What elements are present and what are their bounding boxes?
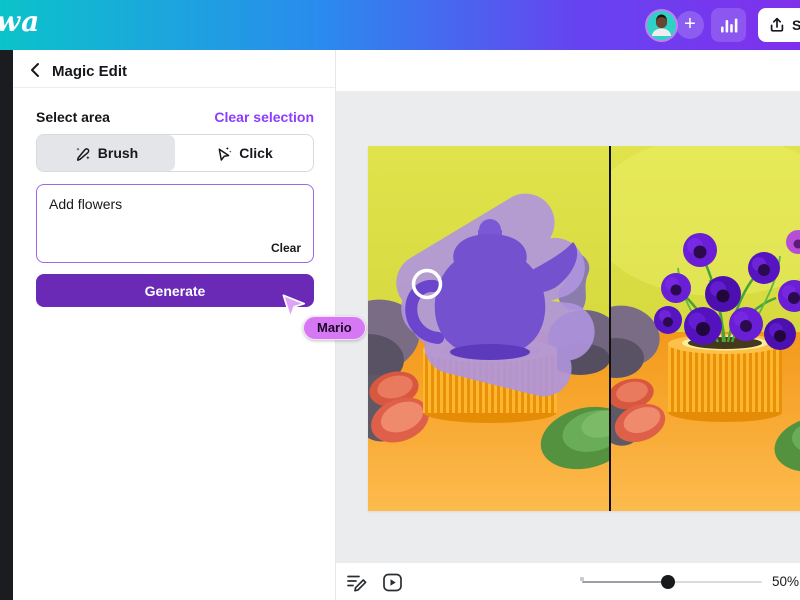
tool-click[interactable]: Click — [175, 135, 313, 171]
play-icon — [382, 572, 403, 593]
collaborator-name-badge: Mario — [303, 316, 366, 340]
zoom-slider-track-filled[interactable] — [582, 581, 668, 583]
present-button[interactable] — [379, 570, 405, 594]
share-button-label: S — [792, 17, 800, 33]
generate-button[interactable]: Generate — [36, 274, 314, 307]
zoom-slider-track[interactable] — [668, 581, 762, 583]
pencil-lines-icon — [346, 572, 368, 593]
zoom-slider-thumb[interactable] — [661, 575, 675, 589]
clear-selection-link[interactable]: Clear selection — [214, 109, 314, 125]
tool-click-label: Click — [239, 145, 272, 161]
collapsed-sidebar-rail — [0, 50, 13, 600]
magic-edit-panel — [13, 50, 336, 600]
analytics-button[interactable] — [711, 8, 746, 42]
magic-edit-image[interactable] — [368, 146, 800, 511]
avatar[interactable] — [647, 11, 676, 40]
share-button[interactable]: S — [758, 8, 800, 42]
select-area-label: Select area — [36, 109, 110, 125]
avatar-photo — [647, 11, 676, 40]
collaborator-cursor-icon — [280, 293, 307, 320]
prompt-clear-button[interactable]: Clear — [271, 241, 301, 255]
image-divider — [609, 146, 611, 511]
scene-teapot-selection — [368, 146, 638, 511]
back-button[interactable] — [27, 61, 45, 79]
notes-button[interactable] — [344, 570, 370, 594]
selection-tool-toggle: Brush Click — [36, 134, 314, 172]
panel-title: Magic Edit — [52, 63, 127, 80]
add-collaborator-button[interactable]: + — [676, 11, 704, 39]
magic-brush-icon — [74, 145, 91, 162]
canva-logo[interactable]: wa — [0, 5, 40, 38]
canva-editor: wa + — [0, 0, 800, 600]
bar-chart-icon — [719, 17, 739, 34]
tool-brush[interactable]: Brush — [37, 135, 175, 171]
scene-flowers-result — [582, 146, 800, 511]
prompt-box: Add flowers Clear — [36, 184, 314, 263]
tool-brush-label: Brush — [98, 145, 138, 161]
top-bar: wa + — [0, 0, 800, 50]
chevron-left-icon — [27, 61, 45, 79]
zoom-level-label[interactable]: 50% — [772, 574, 799, 589]
magic-click-icon — [215, 145, 232, 162]
canvas-toolbar-strip — [336, 50, 800, 91]
share-upload-icon — [769, 17, 785, 33]
